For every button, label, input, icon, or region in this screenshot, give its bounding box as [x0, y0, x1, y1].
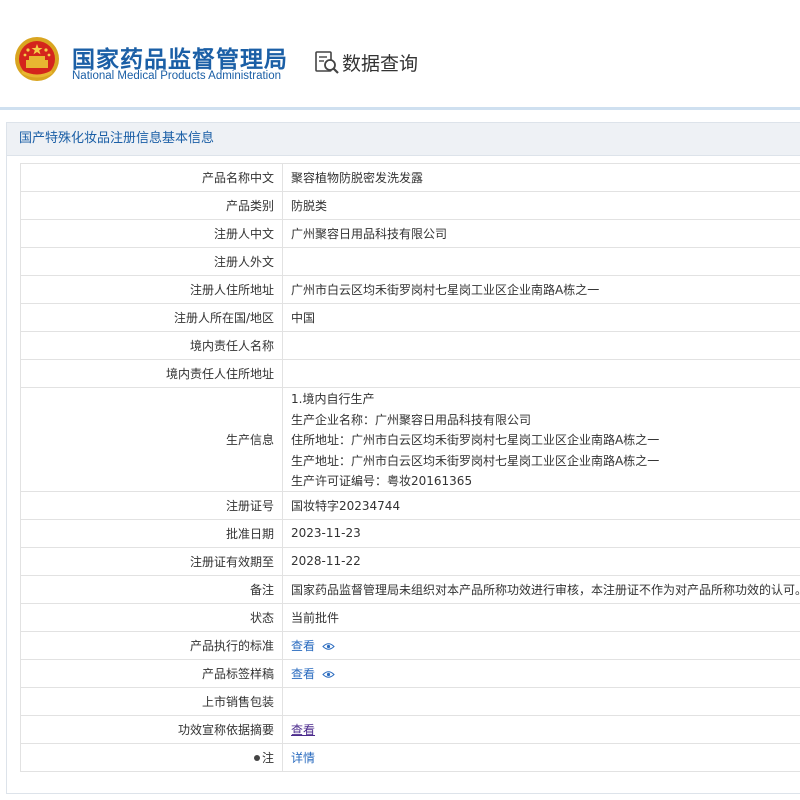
table-row-production: 生产信息 1.境内自行生产 生产企业名称：广州聚容日用品科技有限公司 住所地址：…	[20, 387, 800, 492]
row-label: 产品类别	[20, 191, 283, 220]
data-query-icon	[315, 51, 339, 74]
table-row: 注册证号 国妆特字20234744	[20, 490, 800, 520]
production-line: 生产许可证编号：粤妆20161365	[291, 474, 473, 488]
table-row: 状态 当前批件	[20, 602, 800, 632]
info-panel: 国产特殊化妆品注册信息基本信息 产品名称中文 聚容植物防脱密发洗发露 产品类别 …	[6, 122, 800, 794]
row-value	[282, 247, 800, 276]
table-row: 注册人住所地址 广州市白云区均禾街罗岗村七星岗工业区企业南路A栋之一	[20, 275, 800, 304]
eye-icon[interactable]	[322, 642, 335, 651]
note-label: 注	[261, 750, 274, 765]
row-value: 广州市白云区均禾街罗岗村七星岗工业区企业南路A栋之一	[282, 275, 800, 304]
production-line: 1.境内自行生产	[291, 392, 375, 406]
production-info: 1.境内自行生产 生产企业名称：广州聚容日用品科技有限公司 住所地址：广州市白云…	[282, 387, 800, 492]
table-row: 产品执行的标准 查看	[20, 630, 800, 660]
row-label: 产品执行的标准	[20, 630, 283, 660]
table-row: 产品类别 防脱类	[20, 191, 800, 220]
row-value: 广州聚容日用品科技有限公司	[282, 219, 800, 248]
production-line: 生产地址：广州市白云区均禾街罗岗村七星岗工业区企业南路A栋之一	[291, 453, 660, 468]
row-label: 产品标签样稿	[20, 658, 283, 688]
table-row: 注册人外文	[20, 247, 800, 276]
row-label: 注册人中文	[20, 219, 283, 248]
row-label: 注	[20, 742, 283, 772]
row-value: 详情	[282, 742, 800, 772]
row-value: 查看	[282, 630, 800, 660]
page-title: 数据查询	[342, 53, 419, 75]
production-line: 住所地址：广州市白云区均禾街罗岗村七星岗工业区企业南路A栋之一	[291, 433, 660, 447]
row-label: 上市销售包装	[20, 686, 283, 716]
table-row: 产品名称中文 聚容植物防脱密发洗发露	[20, 163, 800, 192]
row-value: 防脱类	[282, 191, 800, 220]
registration-info-table: 产品名称中文 聚容植物防脱密发洗发露 产品类别 防脱类 注册人中文 广州聚容日用…	[20, 163, 800, 772]
row-label: 注册证有效期至	[20, 546, 283, 576]
table-row: 产品标签样稿 查看	[20, 658, 800, 688]
table-row: 注册人所在国/地区 中国	[20, 303, 800, 332]
row-value: 国家药品监督管理局未组织对本产品所称功效进行审核，本注册证不作为对产品所称功效的…	[282, 574, 800, 604]
details-link[interactable]: 详情	[291, 751, 315, 765]
row-value: 查看	[282, 714, 800, 744]
row-value: 2028-11-22	[282, 546, 800, 576]
row-value: 国妆特字20234744	[282, 490, 800, 520]
view-standard-link[interactable]: 查看	[291, 639, 315, 653]
eye-icon[interactable]	[322, 670, 335, 679]
row-label: 境内责任人名称	[20, 331, 283, 360]
production-line: 生产企业名称：广州聚容日用品科技有限公司	[291, 412, 532, 427]
row-value	[282, 359, 800, 388]
row-label: 注册人住所地址	[20, 275, 283, 304]
row-label: 生产信息	[20, 387, 283, 492]
view-label-draft-link[interactable]: 查看	[291, 667, 315, 681]
row-label: 备注	[20, 574, 283, 604]
table-row: 备注 国家药品监督管理局未组织对本产品所称功效进行审核，本注册证不作为对产品所称…	[20, 574, 800, 604]
row-value: 聚容植物防脱密发洗发露	[282, 163, 800, 192]
row-value: 2023-11-23	[282, 518, 800, 548]
row-label: 功效宣称依据摘要	[20, 714, 283, 744]
table-row: 批准日期 2023-11-23	[20, 518, 800, 548]
brand-name-cn: 国家药品监督管理局	[72, 47, 288, 73]
row-label: 注册人外文	[20, 247, 283, 276]
brand-name-en: National Medical Products Administration	[72, 70, 282, 82]
row-value	[282, 331, 800, 360]
panel-title: 国产特殊化妆品注册信息基本信息	[7, 123, 800, 156]
row-value	[282, 686, 800, 716]
header-divider	[0, 107, 800, 110]
row-label: 批准日期	[20, 518, 283, 548]
table-row: 注册人中文 广州聚容日用品科技有限公司	[20, 219, 800, 248]
row-value: 中国	[282, 303, 800, 332]
row-value: 当前批件	[282, 602, 800, 632]
bullet-icon	[253, 755, 260, 761]
table-row: 境内责任人住所地址	[20, 359, 800, 388]
row-value: 查看	[282, 658, 800, 688]
view-efficacy-link[interactable]: 查看	[291, 723, 315, 737]
table-row: 功效宣称依据摘要 查看	[20, 714, 800, 744]
row-label: 注册人所在国/地区	[20, 303, 283, 332]
table-row: 上市销售包装	[20, 686, 800, 716]
table-row: 注册证有效期至 2028-11-22	[20, 546, 800, 576]
table-row: 境内责任人名称	[20, 331, 800, 360]
row-label: 产品名称中文	[20, 163, 283, 192]
row-label: 注册证号	[20, 490, 283, 520]
row-label: 境内责任人住所地址	[20, 359, 283, 388]
row-label: 状态	[20, 602, 283, 632]
table-row: 注 详情	[20, 742, 800, 772]
national-emblem-icon	[15, 37, 59, 81]
site-header: 国家药品监督管理局 National Medical Products Admi…	[0, 0, 800, 110]
